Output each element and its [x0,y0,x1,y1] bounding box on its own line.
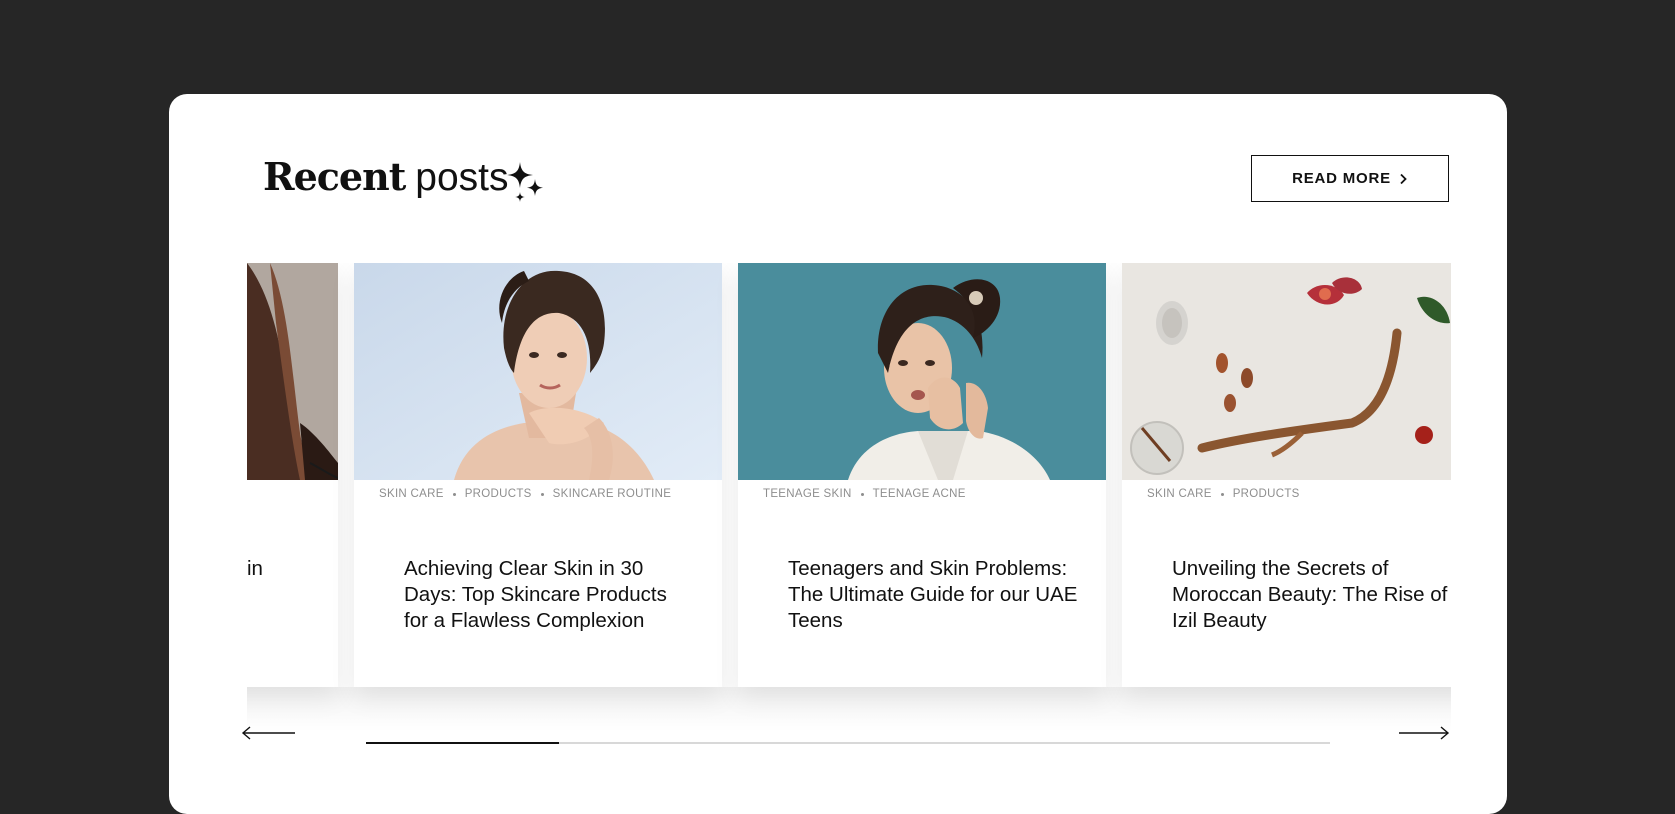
post-card[interactable]: SKIN CARE PRODUCTS Unveiling the Secrets… [1122,263,1451,687]
post-tags: TEENAGE SKIN TEENAGE ACNE [763,488,966,500]
post-tag[interactable]: TEENAGE SKIN [763,488,852,500]
post-title[interactable]: Unveiling the Secrets of Moroccan Beauty… [1172,556,1451,634]
post-title[interactable]: Teenagers and Skin Problems: The Ultimat… [788,556,1078,634]
teen-checking-skin-photo[interactable] [738,263,1106,480]
tag-separator [452,492,456,496]
post-card[interactable]: TEENAGE SKIN TEENAGE ACNE Teenagers and … [738,263,1106,687]
post-tags: SKIN CARE PRODUCTS [1147,488,1300,500]
tag-separator [540,492,544,496]
section-title: Recent posts [263,154,508,204]
post-tag[interactable]: TEENAGE ACNE [873,488,966,500]
moroccan-ingredients-photo[interactable] [1122,263,1451,480]
sparkles-icon [507,162,543,202]
posts-carousel[interactable]: in SKIN CARE PRODUCTS SKINCARE ROUTINE A… [247,263,1451,808]
chevron-right-icon [1400,173,1407,184]
recent-posts-section: Recent posts READ MORE in SKIN CARE PROD… [169,94,1507,814]
tag-separator [860,492,864,496]
arrow-right-icon[interactable] [1398,725,1450,741]
arrow-left-icon[interactable] [241,725,297,741]
woman-dark-hair-photo[interactable] [247,263,338,480]
woman-touching-chin-photo[interactable] [354,263,722,480]
post-tags: SKIN CARE PRODUCTS SKINCARE ROUTINE [379,488,671,500]
post-tag[interactable]: SKINCARE ROUTINE [553,488,672,500]
section-title-light: posts [415,156,509,199]
post-tag[interactable]: SKIN CARE [1147,488,1212,500]
post-tag[interactable]: SKIN CARE [379,488,444,500]
read-more-label: READ MORE [1292,170,1391,187]
post-card[interactable]: in [247,263,338,687]
carousel-progress-fill [366,742,559,744]
post-title[interactable]: Achieving Clear Skin in 30 Days: Top Ski… [404,556,694,634]
post-card[interactable]: SKIN CARE PRODUCTS SKINCARE ROUTINE Achi… [354,263,722,687]
carousel-shadow [247,687,1451,732]
read-more-button[interactable]: READ MORE [1251,155,1449,202]
tag-separator [1220,492,1224,496]
post-tag[interactable]: PRODUCTS [1233,488,1300,500]
carousel-progress-track[interactable] [366,742,1330,744]
section-title-strong: Recent [263,154,406,199]
post-tag[interactable]: PRODUCTS [465,488,532,500]
